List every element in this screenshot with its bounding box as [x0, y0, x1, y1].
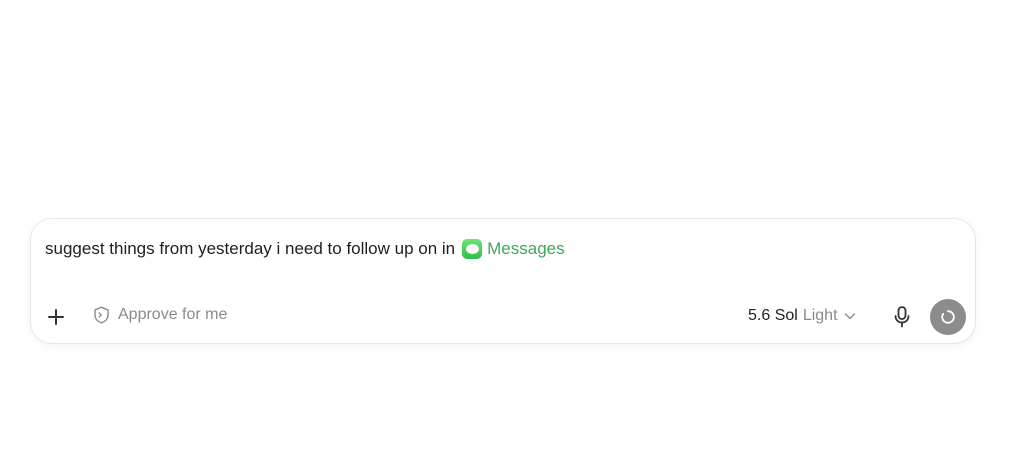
approve-label: Approve for me: [118, 306, 228, 323]
approve-for-me-toggle[interactable]: Approve for me: [93, 306, 227, 324]
app-mention-label: Messages: [487, 239, 565, 258]
microphone-button[interactable]: [891, 305, 913, 329]
messages-app-icon: [462, 239, 483, 259]
loading-spinner-icon: [941, 310, 955, 324]
chevron-down-icon: [844, 313, 855, 320]
model-variant: Light: [802, 307, 838, 324]
add-button[interactable]: [45, 306, 67, 328]
model-selector[interactable]: 5.6 Sol Light: [748, 307, 856, 325]
composer-toolbar: Approve for me 5.6 Sol Light: [31, 299, 975, 335]
model-name: 5.6 Sol: [748, 307, 798, 324]
microphone-icon: [894, 306, 910, 328]
prompt-text: suggest things from yesterday i need to …: [45, 239, 456, 258]
chat-composer[interactable]: suggest things from yesterday i need to …: [30, 218, 976, 344]
prompt-input[interactable]: suggest things from yesterday i need to …: [45, 239, 565, 259]
shield-icon: [94, 306, 109, 324]
app-mention-chip[interactable]: Messages: [462, 239, 565, 259]
send-button[interactable]: [930, 299, 966, 335]
